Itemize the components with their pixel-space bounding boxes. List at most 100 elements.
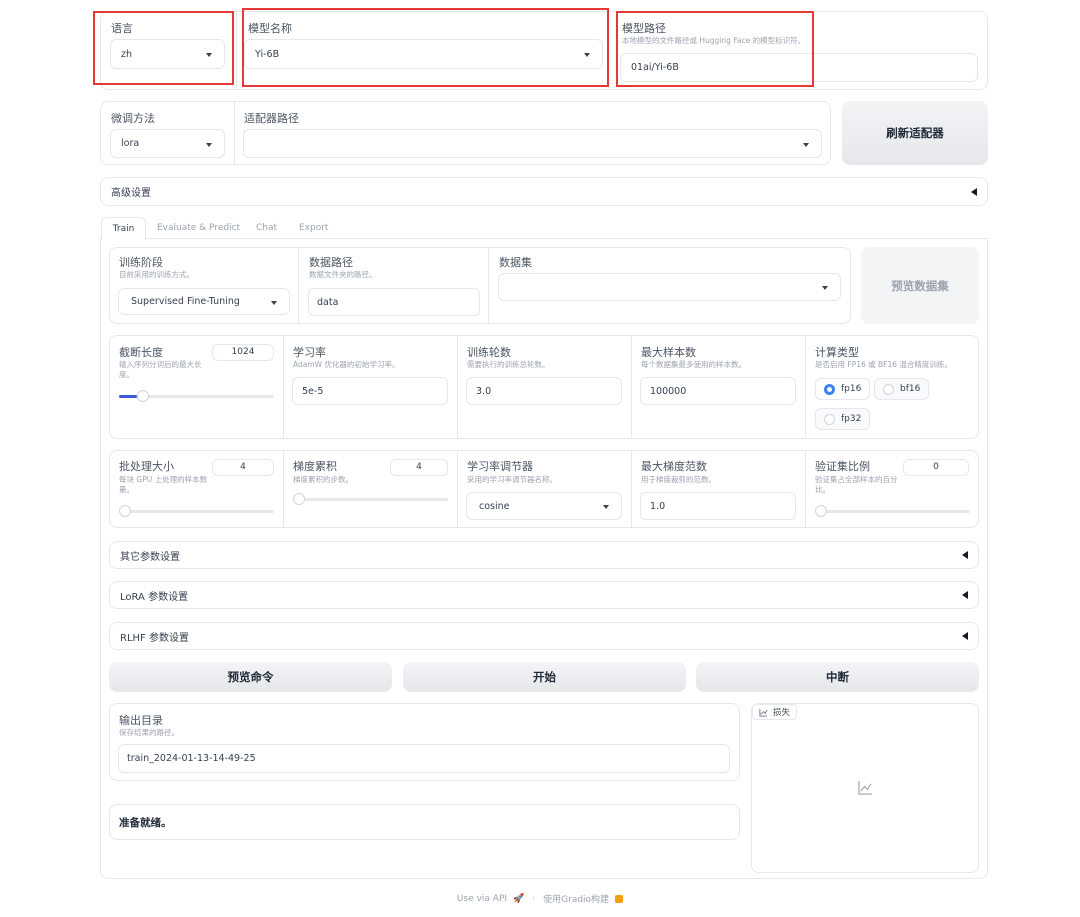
status-text: 准备就绪。 [119, 817, 172, 829]
cutoff-label: 截断长度 [119, 346, 163, 359]
finetune-dropdown[interactable]: lora [110, 129, 225, 158]
tab-evaluate[interactable]: Evaluate & Predict [157, 223, 240, 233]
preview-command-button[interactable]: 预览命令 [109, 662, 392, 692]
collapse-triangle-icon [971, 187, 977, 196]
batch-size-info: 每块 GPU 上处理的样本数量。 [119, 475, 208, 494]
gradio-logo-icon [615, 894, 624, 903]
radio-selected-icon [824, 383, 835, 395]
loss-plot-tag: 损失 [752, 704, 798, 720]
lr-input[interactable]: 5e-5 [292, 377, 448, 405]
lora-settings-label: LoRA 参数设置 [120, 591, 189, 603]
data-path-info: 数据文件夹的路径。 [309, 270, 377, 279]
status-panel [109, 804, 740, 840]
batch-size-slider-handle[interactable] [119, 505, 131, 517]
cutoff-slider-handle[interactable] [137, 390, 149, 402]
divider [457, 336, 458, 438]
grad-accum-number-input[interactable]: 4 [390, 459, 448, 476]
batch-size-number-input[interactable]: 4 [212, 459, 274, 476]
lr-label: 学习率 [293, 346, 326, 359]
advanced-settings-label: 高级设置 [111, 188, 151, 199]
output-dir-value: train_2024-01-13-14-49-25 [127, 753, 256, 764]
chevron-down-icon [603, 505, 609, 509]
batch-size-slider[interactable] [119, 510, 274, 513]
max-samples-label: 最大样本数 [641, 346, 696, 359]
output-dir-input[interactable]: train_2024-01-13-14-49-25 [118, 744, 730, 773]
radio-bf16[interactable]: bf16 [874, 378, 930, 400]
cutoff-number-input[interactable]: 1024 [212, 344, 274, 361]
empty-chart-icon [858, 780, 873, 795]
divider [234, 102, 235, 164]
finetune-value: lora [121, 138, 140, 149]
max-samples-info: 每个数据集最多使用的样本数。 [641, 360, 746, 369]
collapse-triangle-icon [962, 551, 968, 559]
rocket-icon: 🚀 [513, 893, 525, 904]
cutoff-slider-fill [119, 395, 137, 398]
rlhf-settings-accordion[interactable]: RLHF 参数设置 [109, 622, 979, 650]
rlhf-settings-label: RLHF 参数设置 [120, 632, 189, 644]
scheduler-dropdown[interactable]: cosine [466, 492, 622, 520]
chevron-down-icon [271, 300, 277, 305]
abort-button[interactable]: 中断 [696, 662, 979, 692]
max-grad-input[interactable]: 1.0 [640, 492, 796, 520]
max-grad-info: 用于梯度裁剪的范数。 [641, 475, 716, 484]
divider [488, 248, 489, 323]
divider [805, 336, 806, 438]
compute-type-label: 计算类型 [815, 346, 859, 359]
dataset-dropdown[interactable] [498, 273, 841, 301]
start-button[interactable]: 开始 [403, 662, 686, 692]
val-size-number-input[interactable]: 0 [903, 459, 969, 476]
cutoff-info: 输入序列分词后的最大长度。 [119, 360, 202, 379]
built-with-gradio-link[interactable]: 使用Gradio构建 [543, 892, 609, 905]
tab-train[interactable]: Train [101, 217, 146, 240]
stage-info: 目前采用的训练方式。 [119, 270, 194, 279]
tab-export[interactable]: Export [299, 223, 328, 233]
scheduler-value: cosine [479, 500, 510, 512]
max-grad-label: 最大梯度范数 [641, 460, 707, 473]
radio-fp16[interactable]: fp16 [815, 378, 871, 400]
max-samples-input[interactable]: 100000 [640, 377, 796, 405]
stage-label: 训练阶段 [119, 256, 163, 269]
val-size-label: 验证集比例 [815, 460, 870, 473]
tab-chat[interactable]: Chat [256, 223, 277, 233]
collapse-triangle-icon [962, 591, 968, 599]
stage-dropdown[interactable]: Supervised Fine-Tuning [118, 288, 290, 315]
divider [457, 451, 458, 527]
output-dir-info: 保存结果的路径。 [119, 728, 179, 737]
batch-size-label: 批处理大小 [119, 460, 174, 473]
divider [298, 248, 299, 323]
loss-plot-label: 损失 [773, 708, 791, 718]
max-samples-value: 100000 [650, 385, 687, 397]
max-grad-value: 1.0 [650, 500, 666, 512]
stage-value: Supervised Fine-Tuning [131, 296, 240, 307]
refresh-adapter-button[interactable]: 刷新适配器 [842, 101, 988, 165]
advanced-settings-accordion[interactable]: 高级设置 [100, 177, 988, 206]
use-via-api-link[interactable]: Use via API [457, 894, 507, 904]
preview-dataset-button[interactable]: 预览数据集 [861, 247, 979, 324]
radio-fp32[interactable]: fp32 [815, 408, 871, 430]
radio-fp32-label: fp32 [841, 414, 862, 424]
grad-accum-slider-handle[interactable] [293, 493, 305, 505]
grad-accum-slider[interactable] [293, 498, 448, 501]
epochs-input[interactable]: 3.0 [466, 377, 622, 405]
epochs-value: 3.0 [476, 385, 492, 397]
data-path-value: data [317, 296, 339, 308]
chevron-down-icon [803, 142, 809, 147]
compute-type-info: 是否启用 FP16 或 BF16 混合精度训练。 [815, 360, 952, 369]
lora-settings-accordion[interactable]: LoRA 参数设置 [109, 581, 979, 609]
other-settings-accordion[interactable]: 其它参数设置 [109, 541, 979, 569]
dataset-label: 数据集 [499, 256, 532, 269]
radio-unselected-icon [883, 383, 894, 395]
val-size-slider[interactable] [815, 510, 970, 513]
chevron-down-icon [206, 142, 212, 147]
data-path-input[interactable]: data [308, 288, 480, 316]
collapse-triangle-icon [962, 632, 968, 640]
adapter-label: 适配器路径 [244, 112, 299, 125]
radio-fp16-label: fp16 [841, 384, 862, 394]
radio-unselected-icon [824, 413, 835, 425]
val-size-slider-handle[interactable] [815, 505, 827, 517]
scheduler-label: 学习率调节器 [467, 460, 533, 473]
data-path-label: 数据路径 [309, 256, 353, 269]
highlight-box [616, 11, 814, 87]
footer-separator: · [532, 893, 536, 904]
adapter-dropdown[interactable] [243, 129, 822, 158]
